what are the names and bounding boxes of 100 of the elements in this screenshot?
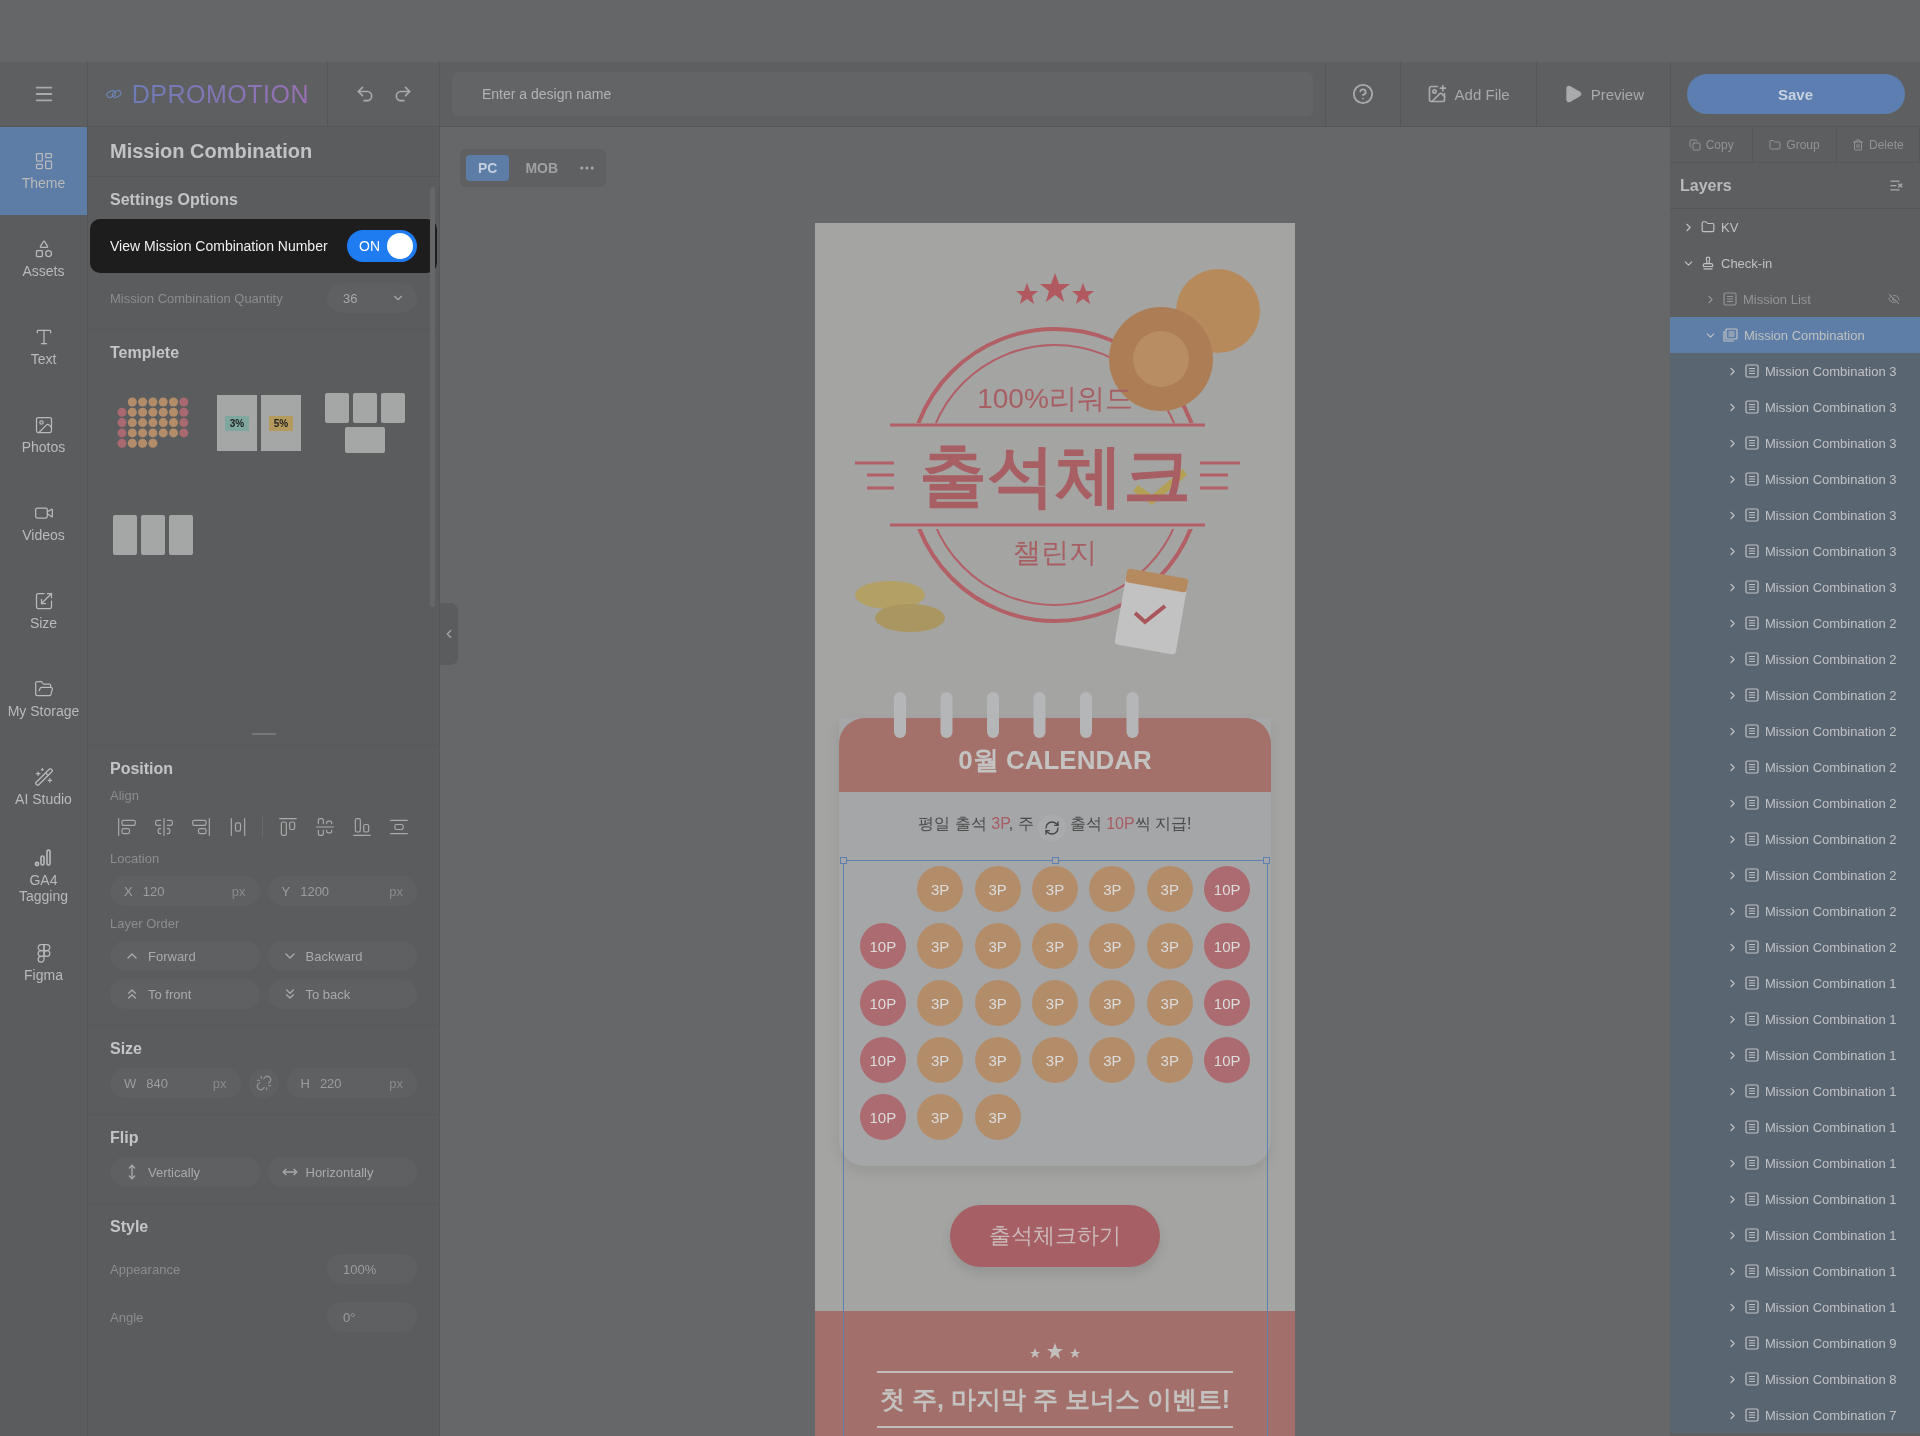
layer-item[interactable]: Mission Combination 1 (1670, 1289, 1920, 1325)
list-icon (1745, 1408, 1759, 1422)
flip-button[interactable]: Horizontally (267, 1157, 417, 1187)
save-button[interactable]: Save (1686, 74, 1905, 114)
storage-icon (33, 678, 54, 699)
reward-points: 3P (1160, 994, 1179, 1012)
view-tab[interactable]: MOB (513, 155, 571, 181)
view-tab[interactable]: PC (466, 155, 510, 181)
toggle-label: View Mission Combination Number (110, 238, 328, 254)
reward-points: 3P (1103, 994, 1122, 1012)
sidebar-item[interactable]: Figma (0, 919, 87, 1007)
layer-item[interactable]: Mission Combination 1 (1670, 1001, 1920, 1037)
layer-item[interactable]: Mission Combination 9 (1670, 1325, 1920, 1361)
layer-item[interactable]: Mission Combination 2 (1670, 821, 1920, 857)
layer-item[interactable]: Check-in (1670, 245, 1920, 281)
layer-item[interactable]: Mission Combination 3 (1670, 461, 1920, 497)
preview-button[interactable]: Preview (1535, 62, 1670, 126)
layer-item[interactable]: Mission Combination 2 (1670, 929, 1920, 965)
list-icon (1745, 580, 1759, 594)
style-value-field[interactable]: 100% (327, 1254, 417, 1284)
layer-item[interactable]: Mission Combination 3 (1670, 389, 1920, 425)
reward-points: 10P (1213, 1051, 1241, 1069)
reward-points: 3P (988, 994, 1007, 1012)
layer-order-button[interactable]: Forward (110, 941, 260, 971)
design-name-field[interactable]: Enter a design name (452, 72, 1313, 116)
folder-icon (1769, 138, 1782, 151)
sidebar-item[interactable]: Videos (0, 479, 87, 567)
list-icon (1745, 1120, 1759, 1134)
rotate-handle-icon[interactable] (1037, 814, 1066, 842)
section-heading: Position (110, 760, 175, 778)
list-icon (1745, 544, 1759, 558)
sidebar-item[interactable]: Theme (0, 127, 87, 215)
layer-item[interactable]: KV (1670, 209, 1920, 245)
coupon-template-thumbnail[interactable]: 3% 5% (216, 380, 302, 466)
sidebar-item[interactable]: Text (0, 303, 87, 391)
layer-item[interactable]: Mission Combination 2 (1670, 641, 1920, 677)
layer-item[interactable]: Mission Combination 2 (1670, 605, 1920, 641)
stamp-icon (1701, 256, 1715, 270)
layer-item[interactable]: Mission Combination 3 (1670, 425, 1920, 461)
layer-item[interactable]: Mission Combination 3 (1670, 497, 1920, 533)
layer-item[interactable]: Mission Combination 2 (1670, 749, 1920, 785)
style-value-field[interactable]: 0° (327, 1302, 417, 1332)
copy-icon (1688, 138, 1701, 151)
list-icon (1745, 832, 1759, 846)
layer-item[interactable]: Mission Combination 7 (1670, 1397, 1920, 1433)
toggle-switch[interactable]: ON (347, 230, 417, 262)
list-icon (1745, 1264, 1759, 1278)
reward-points: 10P (869, 1051, 897, 1069)
calendar-title: 0월 CALENDAR (958, 743, 1152, 777)
layer-item[interactable]: Mission Combination 2 (1670, 713, 1920, 749)
reward-points: 3P (1045, 937, 1065, 955)
reward-points: 3P (1045, 994, 1065, 1012)
sidebar-item[interactable]: My Storage (0, 655, 87, 743)
section-heading: Settings Options (110, 191, 239, 209)
sidebar-item[interactable]: GA4 Tagging (0, 831, 87, 919)
layer-order-button[interactable]: To back (267, 979, 417, 1009)
reward-points: 3P (988, 880, 1007, 898)
layer-item[interactable]: Mission Combination 1 (1670, 1145, 1920, 1181)
theme-icon (33, 150, 54, 171)
layer-item[interactable]: Mission Combination 3 (1670, 569, 1920, 605)
sidebar-item[interactable]: AI Studio (0, 743, 87, 831)
layer-item[interactable]: Mission Combination 1 (1670, 1217, 1920, 1253)
reward-points: 3P (931, 1051, 950, 1069)
layer-item[interactable]: Mission Combination 1 (1670, 1073, 1920, 1109)
reward-points: 10P (869, 1108, 897, 1126)
reward-note: 출석 10P씩 지급! (1069, 813, 1192, 834)
layer-item[interactable]: Mission Combination 2 (1670, 857, 1920, 893)
reward-points: 3P (1160, 937, 1179, 955)
check-in-button[interactable]: 출석체크하기 (950, 1205, 1160, 1267)
layer-item[interactable]: Mission Combination 1 (1670, 1037, 1920, 1073)
add-file-button[interactable]: Add File (1399, 62, 1536, 126)
layer-item[interactable]: Mission Combination 1 (1670, 1181, 1920, 1217)
sidebar-item[interactable]: Photos (0, 391, 87, 479)
sidebar-item[interactable]: Assets (0, 215, 87, 303)
layer-item[interactable]: Mission Combination 2 (1670, 893, 1920, 929)
list-icon (1745, 472, 1759, 486)
sidebar-item[interactable]: Size (0, 567, 87, 655)
flip-button[interactable]: Vertically (110, 1157, 260, 1187)
list-icon (1745, 868, 1759, 882)
layer-order-button[interactable]: Backward (267, 941, 417, 971)
layer-item[interactable]: Mission Combination 3 (1670, 353, 1920, 389)
section-heading: Flip (110, 1129, 140, 1147)
reward-points: 10P (1213, 994, 1241, 1012)
list-icon (1745, 1300, 1759, 1314)
layer-item[interactable]: Mission Combination 2 (1670, 677, 1920, 713)
layer-item[interactable]: Mission Combination 3 (1670, 533, 1920, 569)
layer-item[interactable]: Mission Combination 1 (1670, 965, 1920, 1001)
layer-order-button[interactable]: To front (110, 979, 260, 1009)
layer-item[interactable]: Mission Combination 8 (1670, 1361, 1920, 1397)
layer-item[interactable]: Mission Combination (1670, 317, 1920, 353)
layer-item[interactable]: Mission Combination 1 (1670, 1109, 1920, 1145)
layer-item[interactable]: Mission Combination 1 (1670, 1253, 1920, 1289)
list-icon (1745, 1084, 1759, 1098)
layer-item[interactable]: Mission Combination 2 (1670, 785, 1920, 821)
unlink-icon[interactable] (248, 1068, 279, 1098)
selection-frame[interactable] (843, 860, 1268, 1436)
list-icon (1745, 616, 1759, 630)
photos-icon (33, 414, 54, 435)
reward-points: 3P (931, 880, 950, 898)
quantity-select[interactable]: 36 (327, 283, 417, 313)
